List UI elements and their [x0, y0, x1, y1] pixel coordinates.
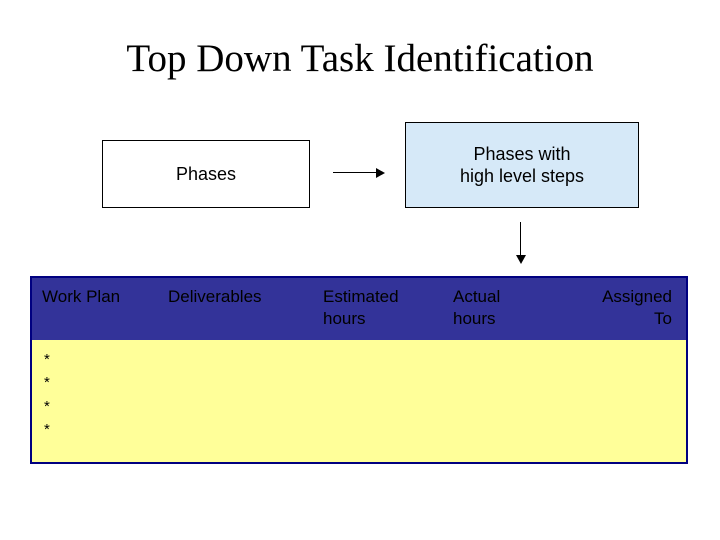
col-header-deliverables: Deliverables	[162, 278, 317, 340]
list-item: *	[44, 348, 674, 371]
phases-box: Phases	[102, 140, 310, 208]
list-item: *	[44, 371, 674, 394]
table-body: * * * *	[32, 340, 686, 462]
col-header-assigned: Assigned To	[562, 278, 686, 340]
arrow-right-icon	[333, 168, 385, 178]
col-header-actual: Actual hours	[447, 278, 562, 340]
list-item: *	[44, 418, 674, 441]
phases-high-level-box: Phases with high level steps	[405, 122, 639, 208]
phases-box-label: Phases	[176, 163, 236, 186]
phases-hl-line1: Phases with	[460, 143, 584, 166]
phases-hl-line2: high level steps	[460, 165, 584, 188]
col-header-workplan: Work Plan	[32, 278, 162, 340]
work-plan-table: Work Plan Deliverables Estimated hours A…	[30, 276, 688, 464]
arrow-down-icon	[516, 222, 526, 264]
table-header-row: Work Plan Deliverables Estimated hours A…	[32, 278, 686, 340]
page-title: Top Down Task Identification	[0, 36, 720, 81]
col-header-estimated: Estimated hours	[317, 278, 447, 340]
list-item: *	[44, 395, 674, 418]
